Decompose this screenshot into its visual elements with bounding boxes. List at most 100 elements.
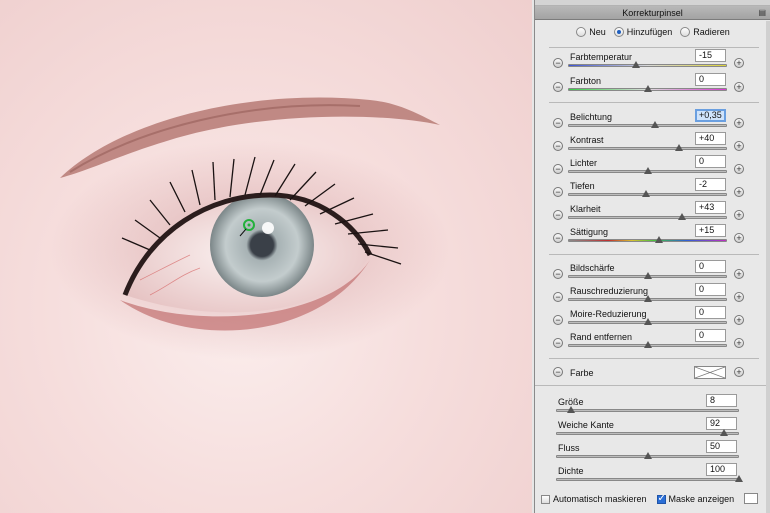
slider-row: − Klarheit +43 + <box>535 201 770 226</box>
slider-label: Rand entfernen <box>570 332 633 342</box>
slider-track[interactable] <box>568 239 727 242</box>
slider-thumb[interactable] <box>643 318 652 325</box>
slider-value-field[interactable]: 0 <box>695 260 726 273</box>
brush-slider-label: Weiche Kante <box>558 420 614 430</box>
minus-icon[interactable]: − <box>553 367 563 377</box>
minus-icon[interactable]: − <box>553 118 563 128</box>
minus-icon[interactable]: − <box>553 210 563 220</box>
plus-icon[interactable]: + <box>734 141 744 151</box>
slider-track[interactable] <box>568 124 727 127</box>
brush-slider-thumb[interactable] <box>643 452 652 459</box>
brush-slider-thumb[interactable] <box>720 429 729 436</box>
slider-row: − Tiefen -2 + <box>535 178 770 203</box>
slider-value-field[interactable]: 0 <box>695 306 726 319</box>
minus-icon[interactable]: − <box>553 315 563 325</box>
slider-row: − Farbtemperatur -15 + <box>535 49 770 74</box>
slider-thumb[interactable] <box>643 341 652 348</box>
slider-value-field[interactable]: +43 <box>695 201 726 214</box>
slider-value-field[interactable]: 0 <box>695 329 726 342</box>
radio-icon <box>680 27 691 37</box>
slider-label: Kontrast <box>570 135 604 145</box>
auto-mask-checkbox[interactable] <box>541 494 550 504</box>
plus-icon[interactable]: + <box>734 233 744 243</box>
panel-scrollbar[interactable] <box>766 21 770 513</box>
no-color-icon <box>695 367 725 378</box>
slider-value-field[interactable]: +40 <box>695 132 726 145</box>
mask-options: Automatisch maskieren Maske anzeigen <box>535 492 770 506</box>
brush-slider-label: Fluss <box>558 443 580 453</box>
mode-new-label: Neu <box>589 27 606 37</box>
minus-icon[interactable]: − <box>553 82 563 92</box>
brush-slider-track[interactable] <box>556 409 739 412</box>
mode-selector: Neu Hinzufügen Radieren <box>535 25 770 39</box>
slider-thumb[interactable] <box>643 167 652 174</box>
slider-label: Moire-Reduzierung <box>570 309 647 319</box>
minus-icon[interactable]: − <box>553 338 563 348</box>
brush-value-field[interactable]: 100 <box>706 463 737 476</box>
show-mask-label: Maske anzeigen <box>668 494 735 504</box>
show-mask-checkbox[interactable] <box>656 493 666 504</box>
panel-title-text: Korrekturpinsel <box>622 8 683 18</box>
brush-slider-row: Fluss 50 <box>535 440 770 465</box>
slider-thumb[interactable] <box>632 61 641 68</box>
brush-slider-track[interactable] <box>556 432 739 435</box>
image-canvas[interactable] <box>0 0 532 513</box>
slider-row: − Kontrast +40 + <box>535 132 770 157</box>
slider-row: − Rand entfernen 0 + <box>535 329 770 354</box>
slider-thumb[interactable] <box>643 272 652 279</box>
panel-menu-icon[interactable]: ▤ <box>758 6 766 20</box>
minus-icon[interactable]: − <box>553 233 563 243</box>
slider-thumb[interactable] <box>678 213 687 220</box>
slider-value-field[interactable]: 0 <box>695 73 726 86</box>
plus-icon[interactable]: + <box>734 58 744 68</box>
plus-icon[interactable]: + <box>734 315 744 325</box>
slider-label: Farbton <box>570 76 602 86</box>
slider-track[interactable] <box>568 64 727 67</box>
plus-icon[interactable]: + <box>734 164 744 174</box>
slider-value-field[interactable]: 0 <box>695 283 726 296</box>
plus-icon[interactable]: + <box>734 82 744 92</box>
plus-icon[interactable]: + <box>734 367 744 377</box>
plus-icon[interactable]: + <box>734 187 744 197</box>
mask-color-swatch[interactable] <box>744 493 758 504</box>
color-swatch[interactable] <box>694 366 726 379</box>
plus-icon[interactable]: + <box>734 269 744 279</box>
slider-thumb[interactable] <box>654 236 663 243</box>
plus-icon[interactable]: + <box>734 292 744 302</box>
slider-label: Klarheit <box>570 204 601 214</box>
slider-row: − Rauschreduzierung 0 + <box>535 283 770 308</box>
slider-label: Tiefen <box>570 181 595 191</box>
brush-value-field[interactable]: 50 <box>706 440 737 453</box>
minus-icon[interactable]: − <box>553 269 563 279</box>
slider-thumb[interactable] <box>675 144 684 151</box>
plus-icon[interactable]: + <box>734 338 744 348</box>
minus-icon[interactable]: − <box>553 187 563 197</box>
minus-icon[interactable]: − <box>553 141 563 151</box>
mode-new[interactable]: Neu <box>576 27 606 37</box>
plus-icon[interactable]: + <box>734 118 744 128</box>
slider-value-field[interactable]: -2 <box>695 178 726 191</box>
slider-value-field[interactable]: -15 <box>695 49 726 62</box>
slider-value-field[interactable]: +15 <box>695 224 726 237</box>
mode-add[interactable]: Hinzufügen <box>613 27 672 37</box>
brush-slider-thumb[interactable] <box>566 406 575 413</box>
slider-value-field[interactable]: 0 <box>695 155 726 168</box>
mode-erase[interactable]: Radieren <box>680 27 730 37</box>
slider-thumb[interactable] <box>651 121 660 128</box>
slider-label: Rauschreduzierung <box>570 286 649 296</box>
slider-thumb[interactable] <box>643 295 652 302</box>
minus-icon[interactable]: − <box>553 58 563 68</box>
slider-label: Lichter <box>570 158 598 168</box>
brush-value-field[interactable]: 8 <box>706 394 737 407</box>
plus-icon[interactable]: + <box>734 210 744 220</box>
brush-slider-track[interactable] <box>556 478 739 481</box>
brush-slider-thumb[interactable] <box>735 475 743 482</box>
slider-thumb[interactable] <box>641 190 650 197</box>
slider-track[interactable] <box>568 147 727 150</box>
slider-track[interactable] <box>568 216 727 219</box>
slider-row: − Farbton 0 + <box>535 73 770 98</box>
minus-icon[interactable]: − <box>553 164 563 174</box>
minus-icon[interactable]: − <box>553 292 563 302</box>
slider-value-field[interactable]: +0,35 <box>695 109 726 122</box>
slider-thumb[interactable] <box>643 85 652 92</box>
